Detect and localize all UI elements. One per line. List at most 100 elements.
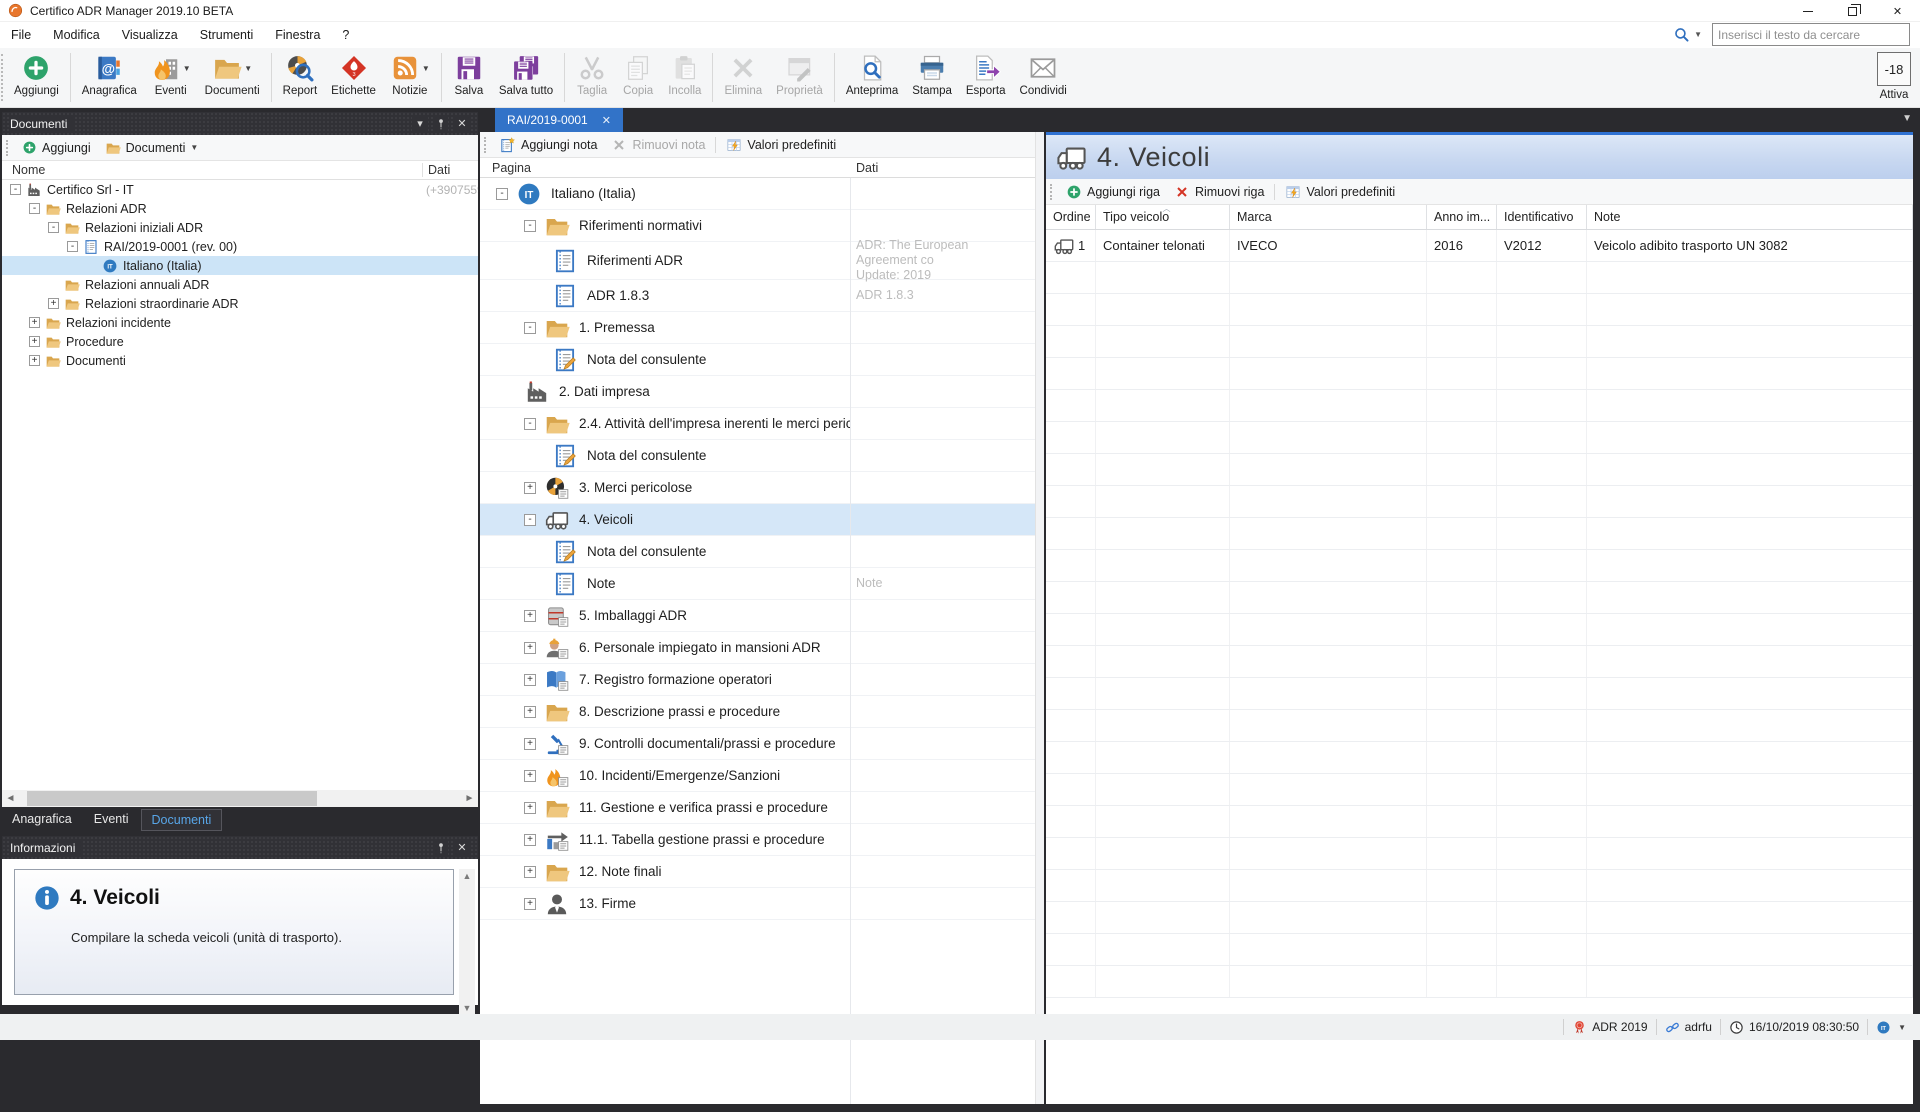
page-tree-item[interactable]: +11.1. Tabella gestione prassi e procedu… bbox=[480, 824, 1035, 856]
page-tree-item[interactable]: +11. Gestione e verifica prassi e proced… bbox=[480, 792, 1035, 824]
toolbar-button-esporta[interactable]: Esporta bbox=[959, 48, 1013, 107]
scroll-left-icon[interactable]: ◄ bbox=[2, 793, 19, 804]
menu-item--[interactable]: ? bbox=[331, 24, 360, 46]
table-row[interactable]: 1Container telonatiIVECO2016V2012Veicolo… bbox=[1046, 230, 1913, 262]
expander-minus-icon[interactable]: - bbox=[524, 514, 536, 526]
expander-plus-icon[interactable]: + bbox=[524, 610, 536, 622]
tree-item[interactable]: -Relazioni ADR bbox=[2, 199, 478, 218]
pages-column-header[interactable]: Pagina Dati bbox=[480, 158, 1035, 178]
expander-plus-icon[interactable]: + bbox=[524, 802, 536, 814]
chevron-down-icon[interactable]: ▼ bbox=[244, 64, 252, 73]
table-row[interactable] bbox=[1046, 486, 1913, 518]
expander-plus-icon[interactable]: + bbox=[29, 336, 40, 347]
page-tree-item[interactable]: +12. Note finali bbox=[480, 856, 1035, 888]
expander-plus-icon[interactable]: + bbox=[524, 706, 536, 718]
chevron-down-icon[interactable]: ▼ bbox=[1898, 1023, 1906, 1032]
column-header-tipo-veicolo[interactable]: Tipo veicolo︿ bbox=[1096, 205, 1230, 229]
toolbar-button-aggiungi[interactable]: Aggiungi bbox=[7, 48, 66, 107]
search-input[interactable] bbox=[1712, 23, 1910, 46]
page-tree-item[interactable]: Nota del consulente bbox=[480, 344, 1035, 376]
table-row[interactable] bbox=[1046, 518, 1913, 550]
page-tree-item[interactable]: +13. Firme bbox=[480, 888, 1035, 920]
vertical-scrollbar[interactable]: ▲ ▼ bbox=[459, 869, 475, 1015]
column-nome[interactable]: Nome bbox=[2, 163, 422, 177]
close-button[interactable]: ✕ bbox=[1875, 0, 1920, 22]
toolbar-button-report[interactable]: Report bbox=[276, 48, 325, 107]
tree-item[interactable]: +Relazioni incidente bbox=[2, 313, 478, 332]
search-icon[interactable] bbox=[1673, 26, 1690, 43]
expander-plus-icon[interactable]: + bbox=[524, 674, 536, 686]
chevron-down-icon[interactable]: ▼ bbox=[183, 64, 191, 73]
toolbar-grip[interactable] bbox=[1050, 184, 1054, 200]
table-row[interactable] bbox=[1046, 646, 1913, 678]
table-row[interactable] bbox=[1046, 358, 1913, 390]
status-item-language[interactable]: IT▼ bbox=[1868, 1020, 1914, 1035]
toolbar-grip[interactable] bbox=[6, 140, 10, 156]
dock-tab-eventi[interactable]: Eventi bbox=[84, 809, 139, 829]
column-header-marca[interactable]: Marca bbox=[1230, 205, 1427, 229]
table-row[interactable] bbox=[1046, 390, 1913, 422]
toolbar-button-etichette[interactable]: 3Etichette bbox=[324, 48, 383, 107]
page-tree-item[interactable]: +6. Personale impiegato in mansioni ADR bbox=[480, 632, 1035, 664]
menu-item-finestra[interactable]: Finestra bbox=[264, 24, 331, 46]
page-tree-item[interactable]: Nota del consulente bbox=[480, 536, 1035, 568]
expander-minus-icon[interactable]: - bbox=[524, 418, 536, 430]
expander-plus-icon[interactable]: + bbox=[524, 482, 536, 494]
expander-plus-icon[interactable]: + bbox=[524, 738, 536, 750]
page-tree-item[interactable]: -1. Premessa bbox=[480, 312, 1035, 344]
tree-item[interactable]: ITItaliano (Italia) bbox=[2, 256, 478, 275]
expander-plus-icon[interactable]: + bbox=[29, 355, 40, 366]
button-rimuovi-riga[interactable]: Rimuovi riga bbox=[1167, 179, 1271, 204]
table-row[interactable] bbox=[1046, 422, 1913, 454]
menu-item-modifica[interactable]: Modifica bbox=[42, 24, 111, 46]
column-dati[interactable]: Dati bbox=[422, 163, 478, 177]
table-row[interactable] bbox=[1046, 678, 1913, 710]
minimize-button[interactable] bbox=[1785, 0, 1830, 22]
page-tree-item[interactable]: -4. Veicoli bbox=[480, 504, 1035, 536]
dock-tab-anagrafica[interactable]: Anagrafica bbox=[2, 809, 82, 829]
expander-plus-icon[interactable]: + bbox=[524, 898, 536, 910]
table-row[interactable] bbox=[1046, 454, 1913, 486]
expander-minus-icon[interactable]: - bbox=[496, 188, 508, 200]
toolbar-button-anteprima[interactable]: Anteprima bbox=[839, 48, 905, 107]
table-row[interactable] bbox=[1046, 870, 1913, 902]
expander-minus-icon[interactable]: - bbox=[10, 184, 21, 195]
search-dropdown-icon[interactable]: ▼ bbox=[1694, 30, 1702, 39]
table-row[interactable] bbox=[1046, 614, 1913, 646]
expander-minus-icon[interactable]: - bbox=[524, 322, 536, 334]
column-dati[interactable]: Dati bbox=[856, 161, 878, 175]
toolbar-button-salva-tutto[interactable]: Salva tutto bbox=[492, 48, 560, 107]
horizontal-scrollbar[interactable]: ◄ ► bbox=[2, 790, 478, 807]
vertical-scrollbar[interactable] bbox=[1035, 132, 1044, 1104]
page-tree-item[interactable]: Riferimenti ADRADR: The European Agreeme… bbox=[480, 242, 1035, 280]
attiva-button[interactable]: -18 bbox=[1877, 52, 1911, 86]
scroll-right-icon[interactable]: ► bbox=[461, 793, 478, 804]
table-row[interactable] bbox=[1046, 294, 1913, 326]
table-row[interactable] bbox=[1046, 934, 1913, 966]
table-row[interactable] bbox=[1046, 326, 1913, 358]
scrollbar-thumb[interactable] bbox=[27, 791, 317, 806]
page-tree-item[interactable]: NoteNote bbox=[480, 568, 1035, 600]
tree-item[interactable]: Relazioni annuali ADR bbox=[2, 275, 478, 294]
menu-item-visualizza[interactable]: Visualizza bbox=[111, 24, 189, 46]
button-aggiungi-riga[interactable]: Aggiungi riga bbox=[1059, 179, 1167, 204]
expander-plus-icon[interactable]: + bbox=[524, 866, 536, 878]
expander-minus-icon[interactable]: - bbox=[48, 222, 59, 233]
page-tree-item[interactable]: 2. Dati impresa bbox=[480, 376, 1035, 408]
table-row[interactable] bbox=[1046, 774, 1913, 806]
tree-item[interactable]: -Relazioni iniziali ADR bbox=[2, 218, 478, 237]
scroll-up-icon[interactable]: ▲ bbox=[463, 871, 472, 881]
tree-item[interactable]: -RAI/2019-0001 (rev. 00) bbox=[2, 237, 478, 256]
table-row[interactable] bbox=[1046, 806, 1913, 838]
document-tab[interactable]: RAI/2019-0001 ✕ bbox=[495, 108, 623, 132]
expander-plus-icon[interactable]: + bbox=[524, 834, 536, 846]
column-pagina[interactable]: Pagina bbox=[480, 161, 531, 175]
pin-icon[interactable] bbox=[434, 117, 448, 131]
tree-item[interactable]: +Documenti bbox=[2, 351, 478, 370]
table-row[interactable] bbox=[1046, 966, 1913, 998]
table-row[interactable] bbox=[1046, 550, 1913, 582]
page-tree-item[interactable]: Nota del consulente bbox=[480, 440, 1035, 472]
toolbar-button-condividi[interactable]: Condividi bbox=[1013, 48, 1074, 107]
toolbar-button-stampa[interactable]: Stampa bbox=[905, 48, 959, 107]
pin-icon[interactable] bbox=[434, 841, 448, 855]
